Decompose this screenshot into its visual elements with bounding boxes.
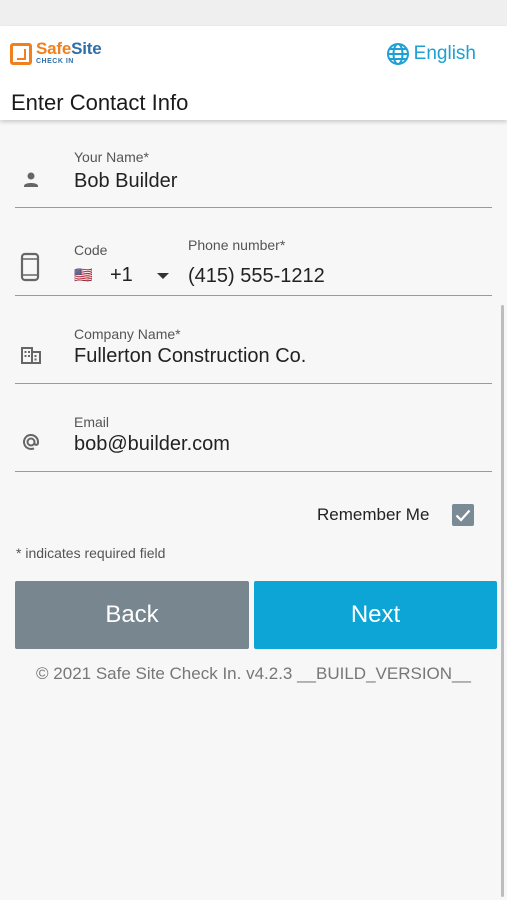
name-label: Your Name* xyxy=(74,149,149,165)
person-icon xyxy=(24,172,38,187)
checkmark-icon xyxy=(455,509,471,522)
company-field[interactable]: Company Name* Fullerton Construction Co. xyxy=(15,316,492,384)
us-flag-icon: 🇺🇸 xyxy=(74,267,93,284)
phone-icon xyxy=(20,252,40,282)
phone-number-input[interactable]: (415) 555-1212 xyxy=(188,265,325,288)
language-label: English xyxy=(413,43,476,64)
scrollbar[interactable] xyxy=(501,305,504,897)
remember-me-label: Remember Me xyxy=(317,505,430,524)
phone-number-label: Phone number* xyxy=(188,237,286,253)
business-icon xyxy=(21,347,41,364)
phone-field[interactable]: Code 🇺🇸 +1 Phone number* (415) 555-1212 xyxy=(15,228,492,296)
logo-subtitle: CHECK IN xyxy=(36,58,74,65)
status-bar xyxy=(0,0,507,26)
remember-me-checkbox[interactable] xyxy=(452,504,474,526)
required-field-note: * indicates required field xyxy=(16,545,166,561)
country-code-value: +1 xyxy=(110,264,133,286)
country-code-select[interactable]: 🇺🇸 +1 xyxy=(74,264,174,288)
back-button[interactable]: Back xyxy=(15,581,249,649)
logo-mark-icon xyxy=(10,43,32,65)
logo-text-safe: Safe xyxy=(36,39,72,58)
logo-text-site: Site xyxy=(71,39,102,58)
app-header: SafeSite CHECK IN English Enter Contact … xyxy=(0,26,507,120)
email-input[interactable]: bob@builder.com xyxy=(74,433,230,456)
name-field[interactable]: Your Name* Bob Builder xyxy=(15,140,492,208)
footer-copyright: © 2021 Safe Site Check In. v4.2.3 __BUIL… xyxy=(36,664,471,683)
globe-icon xyxy=(386,43,409,65)
company-input[interactable]: Fullerton Construction Co. xyxy=(74,345,306,368)
email-field[interactable]: Email bob@builder.com xyxy=(15,404,492,472)
name-input[interactable]: Bob Builder xyxy=(74,170,177,193)
company-label: Company Name* xyxy=(74,326,181,342)
chevron-down-icon xyxy=(157,273,169,279)
email-label: Email xyxy=(74,414,110,430)
at-icon xyxy=(23,433,40,450)
country-code-label: Code xyxy=(74,242,108,258)
page-title: Enter Contact Info xyxy=(11,90,189,115)
language-selector[interactable]: English xyxy=(386,42,476,66)
safesite-logo: SafeSite CHECK IN xyxy=(10,40,102,70)
next-button[interactable]: Next xyxy=(254,581,497,649)
